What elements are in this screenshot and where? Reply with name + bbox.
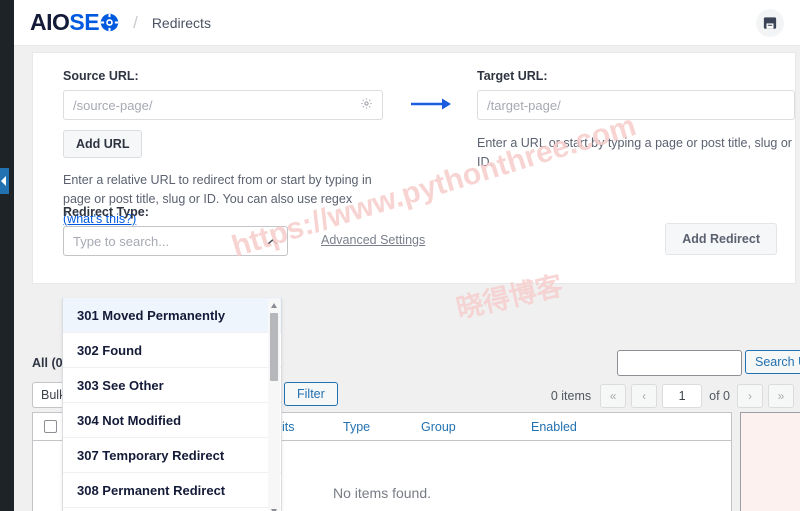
total-pages-label: of 0 xyxy=(709,389,730,403)
add-redirect-button[interactable]: Add Redirect xyxy=(665,223,777,255)
gear-icon[interactable] xyxy=(360,97,373,113)
column-hits[interactable]: Hits xyxy=(273,420,343,434)
empty-state-message: No items found. xyxy=(332,485,432,501)
pagination: 0 items « ‹ 1 of 0 › » xyxy=(551,384,794,408)
target-url-group: Target URL: /target-page/ Enter a URL or… xyxy=(477,69,795,173)
search-input[interactable] xyxy=(617,350,742,376)
redirect-type-option-304[interactable]: 304 Not Modified xyxy=(63,403,281,438)
redirect-type-option-301[interactable]: 301 Moved Permanently xyxy=(63,298,281,333)
chevron-up-icon[interactable] xyxy=(267,234,278,249)
redirect-type-placeholder: Type to search... xyxy=(73,233,170,249)
arrow-right-icon xyxy=(411,97,453,114)
select-all-checkbox[interactable] xyxy=(43,420,57,433)
last-page-button[interactable]: » xyxy=(768,384,794,408)
source-url-input[interactable]: /source-page/ xyxy=(63,90,383,120)
source-url-helper-text: Enter a relative URL to redirect from or… xyxy=(63,173,372,207)
add-url-button[interactable]: Add URL xyxy=(63,130,143,158)
source-url-placeholder: /source-page/ xyxy=(73,97,153,113)
redirect-type-option-308[interactable]: 308 Permanent Redirect xyxy=(63,473,281,508)
target-url-label: Target URL: xyxy=(477,69,548,83)
target-url-input[interactable]: /target-page/ xyxy=(477,90,795,120)
column-enabled[interactable]: Enabled xyxy=(531,420,577,434)
wp-admin-rail xyxy=(0,0,14,511)
redirect-type-option-303[interactable]: 303 See Other xyxy=(63,368,281,403)
source-url-label: Source URL: xyxy=(63,69,139,83)
first-page-button[interactable]: « xyxy=(600,384,627,408)
logo-gear-icon xyxy=(100,13,119,32)
next-page-button[interactable]: › xyxy=(737,384,763,408)
current-page-input[interactable]: 1 xyxy=(662,384,703,408)
target-url-placeholder: /target-page/ xyxy=(487,97,561,113)
redirect-type-dropdown[interactable]: 301 Moved Permanently 302 Found 303 See … xyxy=(62,298,282,511)
redirect-type-option-307[interactable]: 307 Temporary Redirect xyxy=(63,438,281,473)
prev-page-button[interactable]: ‹ xyxy=(631,384,658,408)
column-group[interactable]: Group xyxy=(421,420,531,434)
aioseo-logo[interactable]: AIO SE xyxy=(30,9,119,36)
target-url-helper: Enter a URL or start by typing a page or… xyxy=(477,136,792,170)
dropdown-scrollbar[interactable] xyxy=(268,299,280,511)
all-filter-link[interactable]: All (0 xyxy=(32,356,63,370)
redirect-type-group: Redirect Type: Type to search... xyxy=(63,205,288,256)
breadcrumb-separator: / xyxy=(133,12,138,32)
screen-options-icon[interactable] xyxy=(756,8,784,37)
search-urls-button[interactable]: Search URLs xyxy=(745,350,800,374)
filter-button[interactable]: Filter xyxy=(284,382,338,406)
items-count: 0 items xyxy=(550,389,592,403)
column-type[interactable]: Type xyxy=(343,420,421,434)
logo-text-seo: SE xyxy=(69,9,100,35)
side-panel xyxy=(740,412,800,511)
header-actions xyxy=(756,8,784,37)
page-content: Source URL: /source-page/ Add URL Enter … xyxy=(14,46,800,511)
logo-text-aio: AIO xyxy=(30,9,70,35)
redirect-type-select[interactable]: Type to search... xyxy=(63,226,288,256)
scrollbar-thumb[interactable] xyxy=(270,313,278,381)
breadcrumb-title: Redirects xyxy=(151,14,211,31)
side-panel-inner xyxy=(745,413,800,511)
scroll-up-icon[interactable] xyxy=(271,303,277,308)
app-header: AIO SE / Redirects xyxy=(14,0,800,46)
add-redirect-card: Source URL: /source-page/ Add URL Enter … xyxy=(32,52,796,284)
redirect-type-option-302[interactable]: 302 Found xyxy=(63,333,281,368)
redirect-type-label: Redirect Type: xyxy=(63,205,149,219)
collapse-menu-handle[interactable] xyxy=(0,168,9,194)
advanced-settings-link[interactable]: Advanced Settings xyxy=(321,233,425,247)
